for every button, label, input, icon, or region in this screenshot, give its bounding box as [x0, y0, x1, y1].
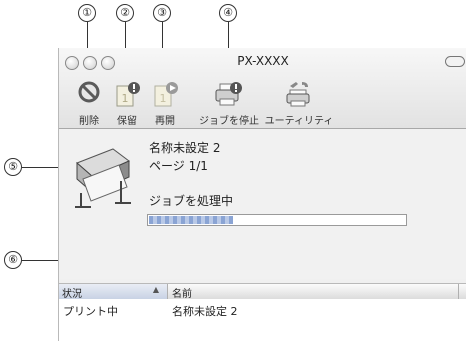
toolbar-toggle-button[interactable] [445, 56, 465, 67]
utility-label: ユーティリティ [264, 116, 334, 127]
hold-job-icon: 1 [113, 80, 141, 108]
utility-button[interactable]: ユーティリティ [263, 80, 335, 127]
hold-label: 保留 [117, 116, 137, 127]
column-header-name[interactable]: 名前 [168, 284, 459, 300]
job-list-header: 状況 ▲ 名前 [59, 283, 466, 300]
svg-text:1: 1 [160, 92, 167, 105]
printer-utility-icon [284, 80, 314, 108]
document-name: 名称未設定 2 [149, 141, 221, 155]
callout-3: ③ [153, 4, 171, 22]
stop-jobs-button[interactable]: ジョブを停止 [197, 80, 261, 127]
delete-icon [77, 80, 101, 108]
current-job-panel: 名称未設定 2 ページ 1/1 ジョブを処理中 [59, 129, 466, 279]
job-status-text: ジョブを処理中 [149, 194, 234, 208]
title-toolbar: PX-XXXX 削除 1 保留 1 再開 ジョブを停止 ユーティリティ [59, 48, 466, 129]
callout-5: ⑤ [4, 158, 22, 176]
job-progress-fill [149, 216, 233, 224]
large-printer-icon [71, 143, 137, 209]
delete-button[interactable]: 削除 [73, 80, 105, 127]
window-title: PX-XXXX [237, 54, 289, 68]
column-header-status-label: 状況 [62, 289, 82, 300]
delete-label: 削除 [79, 116, 99, 127]
callout-6-line [22, 260, 62, 261]
resume-label: 再開 [155, 116, 175, 127]
page-info: ページ 1/1 [149, 159, 208, 173]
resume-button[interactable]: 1 再開 [149, 80, 181, 127]
stop-jobs-label: ジョブを停止 [199, 116, 259, 127]
job-progress-bar [147, 214, 407, 226]
resume-job-icon: 1 [151, 80, 179, 108]
callout-4: ④ [219, 4, 237, 22]
callout-2: ② [116, 4, 134, 22]
callout-1: ① [78, 4, 96, 22]
column-header-status[interactable]: 状況 ▲ [59, 284, 168, 300]
sort-ascending-icon: ▲ [152, 285, 159, 294]
hold-button[interactable]: 1 保留 [111, 80, 143, 127]
print-queue-window: PX-XXXX 削除 1 保留 1 再開 ジョブを停止 ユーティリティ 名称未設… [58, 48, 466, 341]
row-status-cell: プリント中 [63, 305, 118, 318]
callout-6: ⑥ [4, 251, 22, 269]
printer-stop-icon [214, 80, 244, 108]
svg-text:1: 1 [122, 92, 129, 105]
column-header-name-label: 名前 [172, 289, 192, 300]
table-row[interactable]: プリント中 名称未設定 2 [59, 303, 466, 319]
row-name-cell: 名称未設定 2 [172, 305, 238, 318]
job-list: プリント中 名称未設定 2 [59, 299, 466, 341]
